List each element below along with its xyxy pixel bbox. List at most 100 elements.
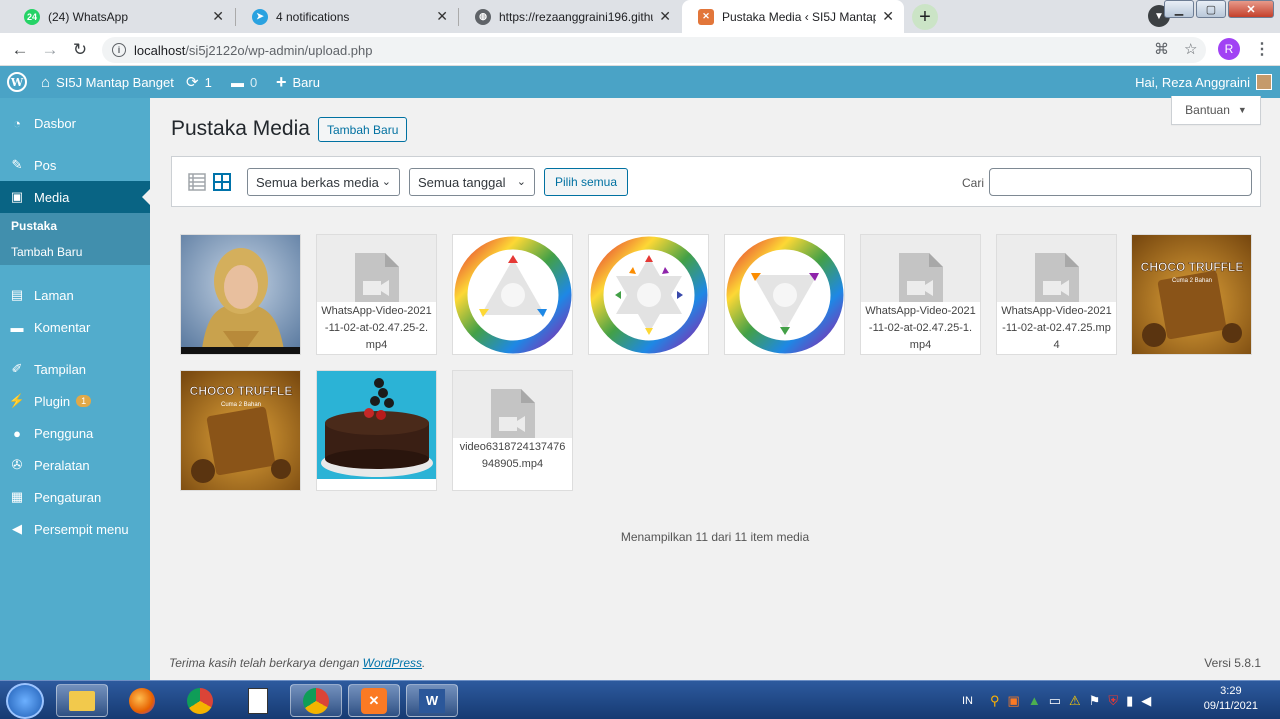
pin-icon: ✎ [11, 157, 23, 172]
taskbar-clock[interactable]: 3:29 09/11/2021 [1204, 684, 1258, 714]
browser-tab-notifications[interactable]: ➤ 4 notifications ✕ [236, 0, 458, 33]
new-content-link[interactable]: + Baru [276, 66, 320, 98]
volume-icon[interactable]: ◀ [1141, 693, 1151, 709]
taskbar-firefox[interactable] [116, 684, 168, 717]
comment-icon: ▬ [10, 319, 24, 335]
media-item-color-wheel[interactable] [588, 234, 709, 355]
profile-avatar[interactable]: R [1218, 38, 1240, 60]
chevron-down-icon: ⌄ [516, 176, 526, 188]
submenu-item-library[interactable]: Pustaka [0, 213, 150, 239]
taskbar-word[interactable]: W [406, 684, 458, 717]
media-item-video[interactable]: WhatsApp-Video-2021-11-02-at-02.47.25.mp… [996, 234, 1117, 355]
sidebar-item-label: Plugin [34, 393, 71, 409]
xampp-tray-icon[interactable]: ▣ [1008, 693, 1020, 709]
search-input[interactable] [989, 168, 1252, 196]
back-arrow-icon[interactable]: ← [9, 39, 31, 61]
close-icon[interactable]: ✕ [659, 8, 671, 25]
sidebar-item-comments[interactable]: ▬ Komentar [0, 311, 150, 343]
brush-icon: ✐ [11, 361, 23, 376]
sidebar-item-users[interactable]: ● Pengguna [0, 417, 150, 449]
search-icon[interactable]: ⚲ [990, 693, 1000, 709]
sidebar-item-collapse[interactable]: ◀ Persempit menu [0, 513, 150, 545]
portrait-thumbnail [181, 235, 300, 354]
sidebar-item-label: Persempit menu [34, 521, 129, 537]
media-filename: WhatsApp-Video-2021-11-02-at-02.47.25.mp… [997, 302, 1116, 354]
media-submenu: Pustaka Tambah Baru [0, 213, 150, 265]
chrome-icon [187, 687, 213, 714]
browser-tab-media-library[interactable]: ✕ Pustaka Media ‹ SI5J Mantap Ban ✕ [682, 0, 904, 33]
taskbar-chrome[interactable] [174, 684, 226, 717]
add-new-button[interactable]: Tambah Baru [318, 117, 408, 142]
site-name-link[interactable]: ⌂ SI5J Mantap Banget [41, 66, 174, 98]
collapse-icon: ◀ [12, 521, 22, 536]
media-item-portrait-photo[interactable] [180, 234, 301, 355]
grid-view-icon[interactable] [213, 173, 231, 191]
sidebar-item-tools[interactable]: ✇ Peralatan [0, 449, 150, 481]
browser-tab-github[interactable]: ◍ https://rezaanggraini196.github.i ✕ [459, 0, 681, 33]
media-type-filter[interactable]: Semua berkas media ⌄ [247, 168, 400, 196]
cake-thumbnail [317, 371, 436, 490]
browser-menu-icon[interactable]: ⋮ [1254, 39, 1270, 59]
info-icon[interactable]: i [112, 43, 126, 57]
media-item-choco-truffle[interactable]: CHOCO TRUFFLE Cuma 2 Bahan [1131, 234, 1252, 355]
security-icon[interactable]: ⛨ [1108, 693, 1118, 709]
updates-link[interactable]: ⟳ 1 [186, 66, 212, 98]
maximize-button[interactable]: ▢ [1196, 0, 1226, 18]
drive-icon[interactable]: ▲ [1028, 693, 1041, 708]
star-icon[interactable]: ☆ [1184, 40, 1197, 58]
comments-link[interactable]: ▬ 0 [231, 66, 257, 98]
document-icon [248, 687, 268, 714]
signal-icon[interactable]: ▮ [1126, 693, 1133, 709]
reload-icon[interactable]: ↻ [69, 39, 91, 61]
media-item-video[interactable]: WhatsApp-Video-2021-11-02-at-02.47.25-1.… [860, 234, 981, 355]
warning-icon[interactable]: ⚠ [1069, 693, 1081, 709]
minimize-button[interactable]: ▁ [1164, 0, 1194, 18]
new-tab-button[interactable]: + [912, 4, 938, 30]
home-icon: ⌂ [41, 73, 51, 91]
sidebar-item-plugins[interactable]: ⚡ Plugin 1 [0, 385, 150, 417]
sidebar-item-dashboard[interactable]: ◔ Dasbor [0, 107, 150, 139]
start-button[interactable] [6, 683, 44, 719]
media-item-color-wheel[interactable] [724, 234, 845, 355]
taskbar-explorer[interactable] [56, 684, 108, 717]
close-window-button[interactable]: ✕ [1228, 0, 1274, 18]
comment-icon: ▬ [231, 74, 244, 90]
monitor-icon[interactable]: ▭ [1049, 693, 1061, 709]
sidebar-item-appearance[interactable]: ✐ Tampilan [0, 353, 150, 385]
flag-icon[interactable]: ⚑ [1089, 693, 1101, 709]
sidebar-item-settings[interactable]: ▦ Pengaturan [0, 481, 150, 513]
list-view-icon[interactable] [188, 173, 206, 191]
forward-arrow-icon[interactable]: → [39, 39, 61, 61]
media-item-video[interactable]: WhatsApp-Video-2021-11-02-at-02.47.25-2.… [316, 234, 437, 355]
taskbar-chrome-profile[interactable] [290, 684, 342, 717]
greeting: Hai, Reza Anggraini [1135, 74, 1250, 90]
address-bar[interactable]: i localhost/si5j2122o/wp-admin/upload.ph… [102, 37, 1206, 63]
sidebar-item-posts[interactable]: ✎ Pos [0, 149, 150, 181]
media-item-video[interactable]: video6318724137476948905.mp4 [452, 370, 573, 491]
media-item-cake[interactable] [316, 370, 437, 491]
date-filter[interactable]: Semua tanggal ⌄ [409, 168, 535, 196]
wordpress-link[interactable]: WordPress [363, 656, 422, 670]
close-icon[interactable]: ✕ [212, 8, 224, 25]
browser-tab-whatsapp[interactable]: 24 (24) WhatsApp ✕ [8, 0, 234, 33]
help-button[interactable]: Bantuan ▼ [1171, 96, 1261, 125]
choco-truffle-thumbnail: CHOCO TRUFFLE Cuma 2 Bahan [181, 371, 300, 490]
my-account-link[interactable]: Hai, Reza Anggraini [1135, 66, 1272, 98]
sidebar-item-media[interactable]: ▣ Media [0, 181, 150, 213]
browser-tab-bar: 24 (24) WhatsApp ✕ ➤ 4 notifications ✕ ◍… [0, 0, 1280, 33]
wordpress-logo-icon[interactable]: W [7, 66, 27, 98]
translate-icon[interactable]: ⌘ [1154, 40, 1169, 58]
url-path: /si5j2122o/wp-admin/upload.php [185, 42, 373, 58]
media-item-color-wheel[interactable] [452, 234, 573, 355]
admin-sidebar: ◔ Dasbor ✎ Pos ▣ Media Pustaka Tambah Baru … [0, 98, 150, 680]
close-icon[interactable]: ✕ [882, 8, 894, 25]
sidebar-item-pages[interactable]: ▤ Laman [0, 279, 150, 311]
submenu-item-add-new[interactable]: Tambah Baru [0, 239, 150, 265]
taskbar-xampp[interactable]: ✕ [348, 684, 400, 717]
close-icon[interactable]: ✕ [436, 8, 448, 25]
choco-title: CHOCO TRUFFLE [190, 384, 293, 398]
bulk-select-button[interactable]: Pilih semua [544, 168, 629, 196]
language-indicator[interactable]: IN [962, 681, 973, 719]
media-item-choco-truffle[interactable]: CHOCO TRUFFLE Cuma 2 Bahan [180, 370, 301, 491]
taskbar-notepad[interactable] [232, 684, 284, 717]
